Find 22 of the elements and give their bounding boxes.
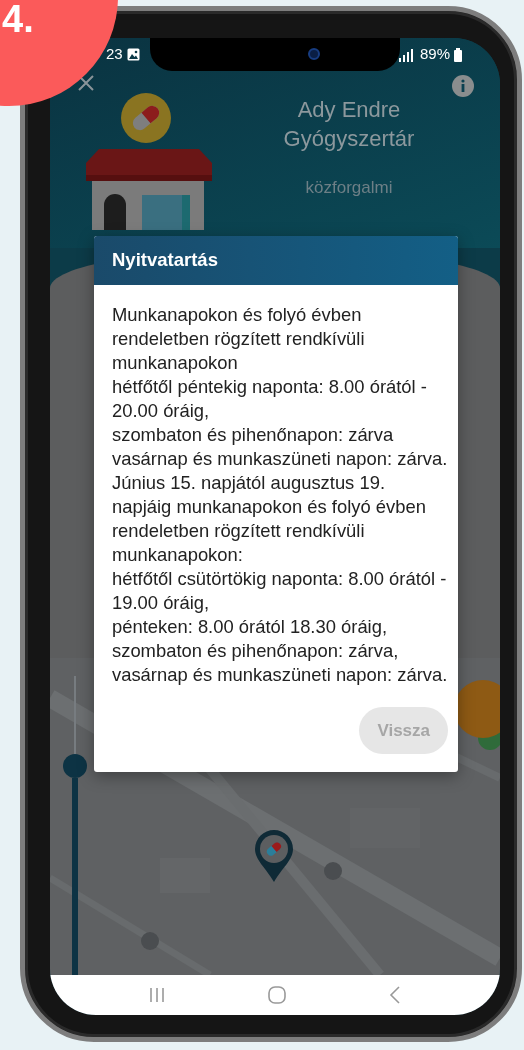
image-icon [126,48,140,61]
hours-text: Június 15. napjától augusztus 19. napjáig munkanapokon és folyó évben rendeletben rögzített rendkívüli munkanapokon: [112,470,427,567]
hours-text: vasárnap és munkaszüneti napon: zárva. [112,446,448,471]
status-time: 23 [106,44,123,65]
battery-percent: 89% [419,44,450,65]
battery-icon [454,47,462,62]
hours-text: pénteken: 8.00 órától 18.30 óráig, [112,614,389,639]
distance-slider[interactable] [63,676,87,975]
close-icon[interactable] [78,75,94,91]
pharmacy-pin-icon[interactable] [255,830,293,882]
home-icon[interactable] [268,986,286,1004]
step-number: 4. [2,0,34,38]
hours-text: vasárnap és munkaszüneti napon: zárva. [112,662,448,687]
info-icon[interactable] [452,75,474,97]
back-icon[interactable] [388,986,401,1004]
recent-apps-icon[interactable] [149,987,166,1003]
pharmacy-type: közforgalmi [305,177,393,199]
hours-text: szombaton és pihenőnapon: zárva [112,422,395,447]
back-button[interactable]: Vissza [359,706,448,755]
dialog-title: Nyitvatartás [94,236,458,285]
hours-text: szombaton és pihenőnapon: zárva, [112,638,400,663]
pharmacy-name: Ady Endre Gyógyszertár [282,96,416,153]
